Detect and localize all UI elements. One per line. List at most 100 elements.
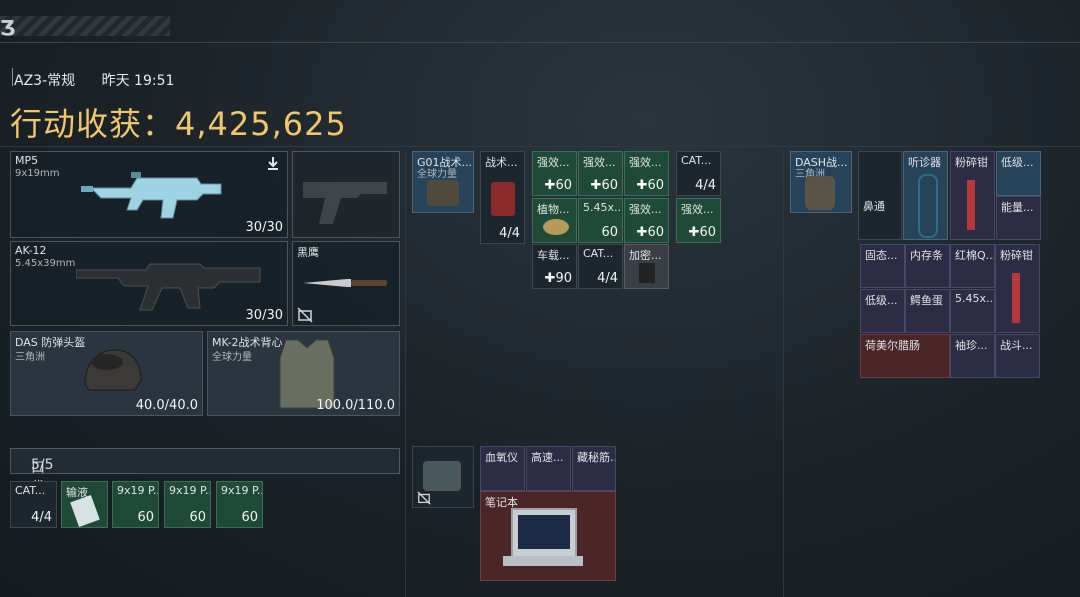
pocket-item[interactable]: 输液 xyxy=(61,481,108,528)
sidearm-slot-empty[interactable] xyxy=(292,151,400,238)
rig-item[interactable]: 强效... ✚60 xyxy=(676,198,721,243)
encrypted-drive-icon xyxy=(639,263,655,283)
item-count: 4/4 xyxy=(597,271,618,286)
rig-item[interactable]: 强效... ✚60 xyxy=(532,151,577,196)
pocket-item[interactable]: 9x19 P... 60 xyxy=(216,481,263,528)
weapon-caliber: 9x19mm xyxy=(15,168,60,179)
weapon-slot-primary[interactable]: MP5 9x19mm 30/30 xyxy=(10,151,288,238)
pocket-item[interactable]: 9x19 P... 60 xyxy=(112,481,159,528)
secure-case-slot[interactable] xyxy=(412,446,474,508)
item-count: 4/4 xyxy=(695,178,716,193)
case-item[interactable]: 血氧仪 xyxy=(480,446,525,491)
item-name: 低级... xyxy=(1001,156,1034,169)
download-icon[interactable] xyxy=(265,155,281,171)
backpack-item[interactable]: 低级... xyxy=(996,151,1041,196)
backpack-item[interactable]: 能量... xyxy=(996,196,1041,240)
item-name: 红棉Q... xyxy=(955,249,995,262)
backpack-item[interactable]: 固态... xyxy=(860,244,905,288)
rig-item[interactable]: CAT... 4/4 xyxy=(676,151,721,196)
item-name: 强效... xyxy=(629,203,662,216)
item-name: CAT... xyxy=(681,154,712,167)
item-name: 低级... xyxy=(865,294,898,307)
rig-item[interactable]: 5.45x... 60 xyxy=(578,198,623,243)
item-name: 车载... xyxy=(537,249,570,262)
item-name: CAT... xyxy=(583,247,614,260)
section-divider xyxy=(0,146,1080,147)
case-item[interactable]: 高速... xyxy=(526,446,571,491)
backpack-item[interactable]: 荷美尔腊肠 xyxy=(860,334,950,378)
case-item-large[interactable]: 笔记本 xyxy=(480,491,616,581)
item-count: ✚90 xyxy=(544,271,572,286)
item-count: 60 xyxy=(189,510,206,525)
item-name: 5.45x... xyxy=(583,201,623,214)
melee-name: 黑鹰 xyxy=(297,246,319,259)
item-name: 战斗... xyxy=(1000,339,1033,352)
item-name: 血氧仪 xyxy=(485,451,518,464)
item-name: 固态... xyxy=(865,249,898,262)
rig-item[interactable]: 加密... xyxy=(624,244,669,289)
iv-bag-icon xyxy=(70,495,100,527)
rig-item[interactable]: CAT... 4/4 xyxy=(578,244,623,289)
laptop-icon xyxy=(511,508,577,558)
item-name: 荷美尔腊肠 xyxy=(865,339,920,352)
backpack-icon xyxy=(805,176,835,210)
rig-item[interactable]: 强效... ✚60 xyxy=(578,151,623,196)
pocket-item[interactable]: CAT... 4/4 xyxy=(10,481,57,528)
backpack-item[interactable]: 鼻通 xyxy=(858,151,902,240)
weapon-slot-secondary[interactable]: AK-12 5.45x39mm 30/30 xyxy=(10,241,288,326)
top-stripe-decoration xyxy=(0,16,170,36)
rig-item[interactable]: 强效... ✚60 xyxy=(624,151,669,196)
game-logo: Ʒ xyxy=(0,16,16,40)
rig-item[interactable]: 车载... ✚90 xyxy=(532,244,577,289)
case-item[interactable]: 藏秘筋... xyxy=(572,446,616,491)
item-count: ✚60 xyxy=(636,225,664,240)
item-name: 强效... xyxy=(537,156,570,169)
rig-item[interactable]: 植物... xyxy=(532,198,577,243)
item-count: ✚60 xyxy=(590,178,618,193)
item-name: CAT... xyxy=(15,484,46,497)
helmet-durability: 40.0/40.0 xyxy=(135,398,198,413)
item-count: 60 xyxy=(137,510,154,525)
weapon-name: AK-12 xyxy=(15,244,47,257)
match-time: 昨天 19:51 xyxy=(101,73,175,89)
item-name: 强效... xyxy=(681,203,714,216)
vest-durability: 100.0/110.0 xyxy=(316,398,395,413)
top-divider xyxy=(0,42,1080,43)
backpack-slot[interactable]: DASH战... 三角洲 xyxy=(790,151,852,213)
weapon-name: MP5 xyxy=(15,154,39,167)
pocket-item[interactable]: 9x19 P... 60 xyxy=(164,481,211,528)
backpack-item[interactable]: 鳄鱼蛋 xyxy=(905,289,950,333)
rig-item[interactable]: 战术... 4/4 xyxy=(480,151,525,244)
melee-slot[interactable]: 黑鹰 xyxy=(292,241,400,326)
weapon-ammo: 30/30 xyxy=(245,308,283,323)
backpack-item[interactable]: 粉碎钳 xyxy=(950,151,995,240)
backpack-item[interactable]: 内存条 xyxy=(905,244,950,288)
secure-case-icon xyxy=(423,461,461,491)
item-count: ✚60 xyxy=(544,178,572,193)
item-name: 强效... xyxy=(583,156,616,169)
vest-slot[interactable]: MK-2战术背心 全球力量 100.0/110.0 xyxy=(207,331,400,416)
rig-item[interactable]: 强效... ✚60 xyxy=(624,198,669,243)
food-can-icon xyxy=(543,219,569,235)
item-name: 听诊器 xyxy=(908,156,941,169)
backpack-item[interactable]: 低级... xyxy=(860,289,905,333)
earnings-value: 4,425,625 xyxy=(175,105,347,143)
backpack-item[interactable]: 红棉Q... xyxy=(950,244,995,288)
backpack-item[interactable]: 战斗... xyxy=(995,334,1040,378)
pliers-icon xyxy=(967,180,975,230)
chest-rig-slot[interactable]: G01战术... 全球力量 xyxy=(412,151,474,213)
item-name: 能量... xyxy=(1001,201,1034,214)
item-name: 9x19 P... xyxy=(169,484,211,497)
rig-brand: 全球力量 xyxy=(417,169,457,180)
pocket-header: 口袋：5/5 xyxy=(10,448,400,496)
no-trade-icon xyxy=(417,491,431,505)
backpack-item[interactable]: 袖珍... xyxy=(950,334,995,378)
backpack-item[interactable]: 5.45x... xyxy=(950,289,995,333)
column-divider xyxy=(405,150,406,597)
item-name: 9x19 P... xyxy=(221,484,263,497)
helmet-slot[interactable]: DAS 防弹头盔 三角洲 40.0/40.0 xyxy=(10,331,203,416)
backpack-item[interactable]: 粉碎钳 xyxy=(995,244,1040,333)
item-name: 鳄鱼蛋 xyxy=(910,294,943,307)
helmet-brand: 三角洲 xyxy=(15,352,45,363)
backpack-item[interactable]: 听诊器 xyxy=(903,151,948,240)
